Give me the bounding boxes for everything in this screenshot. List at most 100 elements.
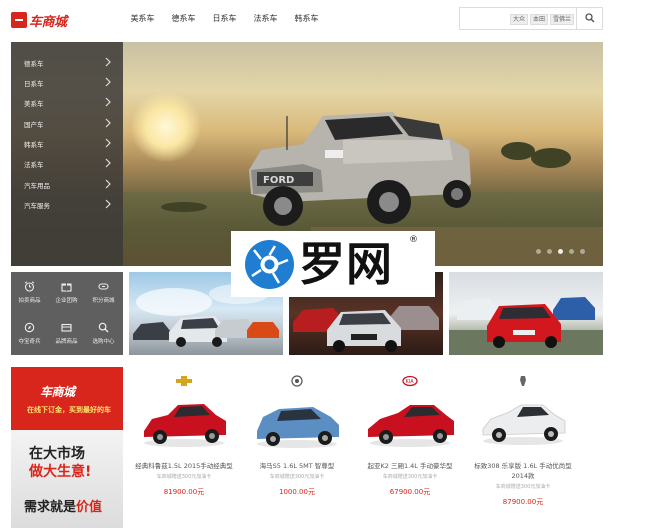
main-nav: 美系车 德系车 日系车 法系车 韩系车	[122, 12, 327, 26]
product-gift-note: 车商城赠送300元加油卡	[382, 474, 438, 480]
search-tag[interactable]: 本田	[529, 14, 548, 25]
ad-footer: 需求就是价值	[24, 496, 102, 515]
kia-logo-icon: KIA	[402, 375, 418, 387]
alarm-clock-icon	[24, 281, 35, 292]
search-icon	[585, 13, 595, 23]
ad-brand: 车商城	[40, 385, 75, 399]
menu-item-korean[interactable]: 韩系车	[11, 134, 123, 154]
product-name[interactable]: 起亚K2 三厢1.4L 手动豪华型	[356, 461, 464, 471]
product-card[interactable]: 海马S5 1.6L 5MT 智尊型 车商城赠送300元加油卡 1000.00元	[243, 367, 351, 528]
hero-sun	[131, 92, 201, 162]
quick-link-shopping-center[interactable]: 选购中心	[85, 313, 122, 354]
carousel-dots	[536, 249, 585, 254]
chevron-right-icon	[105, 138, 111, 148]
carousel-dot[interactable]	[569, 249, 574, 254]
menu-item-label: 汽车服务	[24, 202, 50, 210]
ad-header: 车商城 在线下订金，买到最好的车	[11, 367, 123, 430]
hero-bush	[501, 142, 535, 160]
product-name[interactable]: 标致308 乐享版 1.6L 手动优尚型 2014款	[469, 461, 577, 481]
quick-link-treasure[interactable]: 夺宝奇兵	[11, 313, 48, 354]
product-car-image	[482, 404, 566, 445]
chevrolet-logo-icon	[176, 376, 192, 386]
hero-bush	[161, 202, 207, 212]
hero-truck-image: FORD	[249, 112, 471, 226]
quick-link-label: 选购中心	[92, 339, 115, 345]
watermark-text: 罗网	[299, 237, 393, 291]
product-car-image	[257, 407, 339, 448]
product-car-image	[144, 404, 226, 447]
product-price: 67900.00元	[389, 488, 431, 496]
compass-icon	[24, 322, 35, 333]
site-logo[interactable]: 车商城	[11, 9, 67, 31]
nav-item-french[interactable]: 法系车	[245, 12, 286, 26]
chevron-right-icon	[105, 97, 111, 107]
category-menu: 德系车 日系车 美系车 国产车 韩系车 法系车 汽车用品 汽车服务	[11, 42, 123, 266]
search-tag[interactable]: 雪佛兰	[549, 14, 574, 25]
product-card[interactable]: KIA 起亚K2 三厢1.4L 手动豪华型 车商城赠送300元加油卡 67900…	[356, 367, 464, 528]
chevron-right-icon	[105, 179, 111, 189]
product-car-image	[368, 405, 454, 447]
search-input[interactable]: 大众 本田 雪佛兰	[459, 7, 603, 30]
ad-headline-1: 在大市场	[29, 446, 85, 462]
svg-text:KIA: KIA	[406, 379, 415, 385]
promo-banner-3[interactable]	[449, 272, 603, 355]
search-button[interactable]	[576, 8, 602, 29]
svg-text:FORD: FORD	[263, 175, 294, 186]
chevron-right-icon	[105, 118, 111, 128]
product-name[interactable]: 经典科鲁兹1.5L 2015手动经典型	[130, 461, 238, 471]
card-icon	[61, 323, 72, 332]
search-tag[interactable]: 大众	[509, 14, 528, 25]
menu-item-label: 韩系车	[24, 141, 44, 149]
watermark-logo: 罗网 ®	[231, 231, 435, 297]
nav-item-german[interactable]: 德系车	[163, 12, 204, 26]
menu-item-accessories[interactable]: 汽车用品	[11, 175, 123, 195]
menu-item-label: 汽车用品	[24, 182, 50, 190]
menu-item-label: 国产车	[24, 121, 44, 129]
menu-item-label: 法系车	[24, 161, 44, 169]
quick-link-label: 品牌商品	[55, 339, 78, 345]
header: 车商城 美系车 德系车 日系车 法系车 韩系车 大众 本田 雪佛兰	[0, 0, 665, 42]
product-card[interactable]: 标致308 乐享版 1.6L 手动优尚型 2014款 车商城赠送300元加油卡 …	[469, 367, 577, 528]
quick-link-brand[interactable]: 品牌商品	[48, 313, 85, 354]
ad-body: 在大市场 做大生意! 需求就是价值	[11, 430, 123, 528]
chevron-right-icon	[105, 77, 111, 87]
carousel-dot[interactable]	[536, 249, 541, 254]
product-price: 87900.00元	[502, 498, 544, 506]
ad-slogan: 在线下订金，买到最好的车	[27, 406, 111, 414]
quick-link-label: 企业团购	[55, 298, 78, 304]
exchange-icon	[98, 283, 109, 290]
car-logo-icon	[11, 12, 27, 28]
ad-headline-2: 做大生意!	[29, 464, 92, 480]
menu-item-american[interactable]: 美系车	[11, 93, 123, 113]
promo-ad-panel[interactable]: 车商城 在线下订金，买到最好的车 在大市场 做大生意! 需求就是价值	[11, 367, 123, 528]
carousel-dot-active[interactable]	[558, 249, 563, 254]
menu-item-japanese[interactable]: 日系车	[11, 73, 123, 93]
carousel-dot[interactable]	[580, 249, 585, 254]
quick-link-auction[interactable]: 拍卖商品	[11, 272, 48, 313]
quick-links-panel: 拍卖商品 企业团购 积分商城 夺宝奇兵 品牌商品 选购中心	[11, 272, 123, 355]
menu-item-german[interactable]: 德系车	[11, 53, 123, 73]
menu-item-services[interactable]: 汽车服务	[11, 195, 123, 215]
hero-bush	[531, 148, 571, 168]
registered-mark: ®	[409, 235, 418, 245]
menu-item-label: 日系车	[24, 80, 44, 88]
gift-icon	[61, 283, 72, 292]
network-logo-icon	[245, 240, 294, 289]
nav-item-japanese[interactable]: 日系车	[204, 12, 245, 26]
chevron-right-icon	[105, 199, 111, 209]
peugeot-logo-icon	[520, 376, 526, 386]
ad-footer-b: 价值	[76, 500, 103, 515]
logo-text: 车商城	[29, 14, 67, 30]
quick-link-group-buy[interactable]: 企业团购	[48, 272, 85, 313]
quick-link-points-mall[interactable]: 积分商城	[85, 272, 122, 313]
carousel-dot[interactable]	[547, 249, 552, 254]
nav-item-korean[interactable]: 韩系车	[286, 12, 327, 26]
ad-footer-a: 需求就是	[24, 500, 77, 515]
menu-item-domestic[interactable]: 国产车	[11, 114, 123, 134]
menu-item-french[interactable]: 法系车	[11, 154, 123, 174]
product-name[interactable]: 海马S5 1.6L 5MT 智尊型	[243, 461, 351, 471]
product-gift-note: 车商城赠送300元加油卡	[269, 474, 325, 480]
product-gift-note: 车商城赠送300元加油卡	[156, 474, 212, 480]
nav-item-american[interactable]: 美系车	[122, 12, 163, 26]
product-card[interactable]: 经典科鲁兹1.5L 2015手动经典型 车商城赠送300元加油卡 81900.0…	[130, 367, 238, 528]
